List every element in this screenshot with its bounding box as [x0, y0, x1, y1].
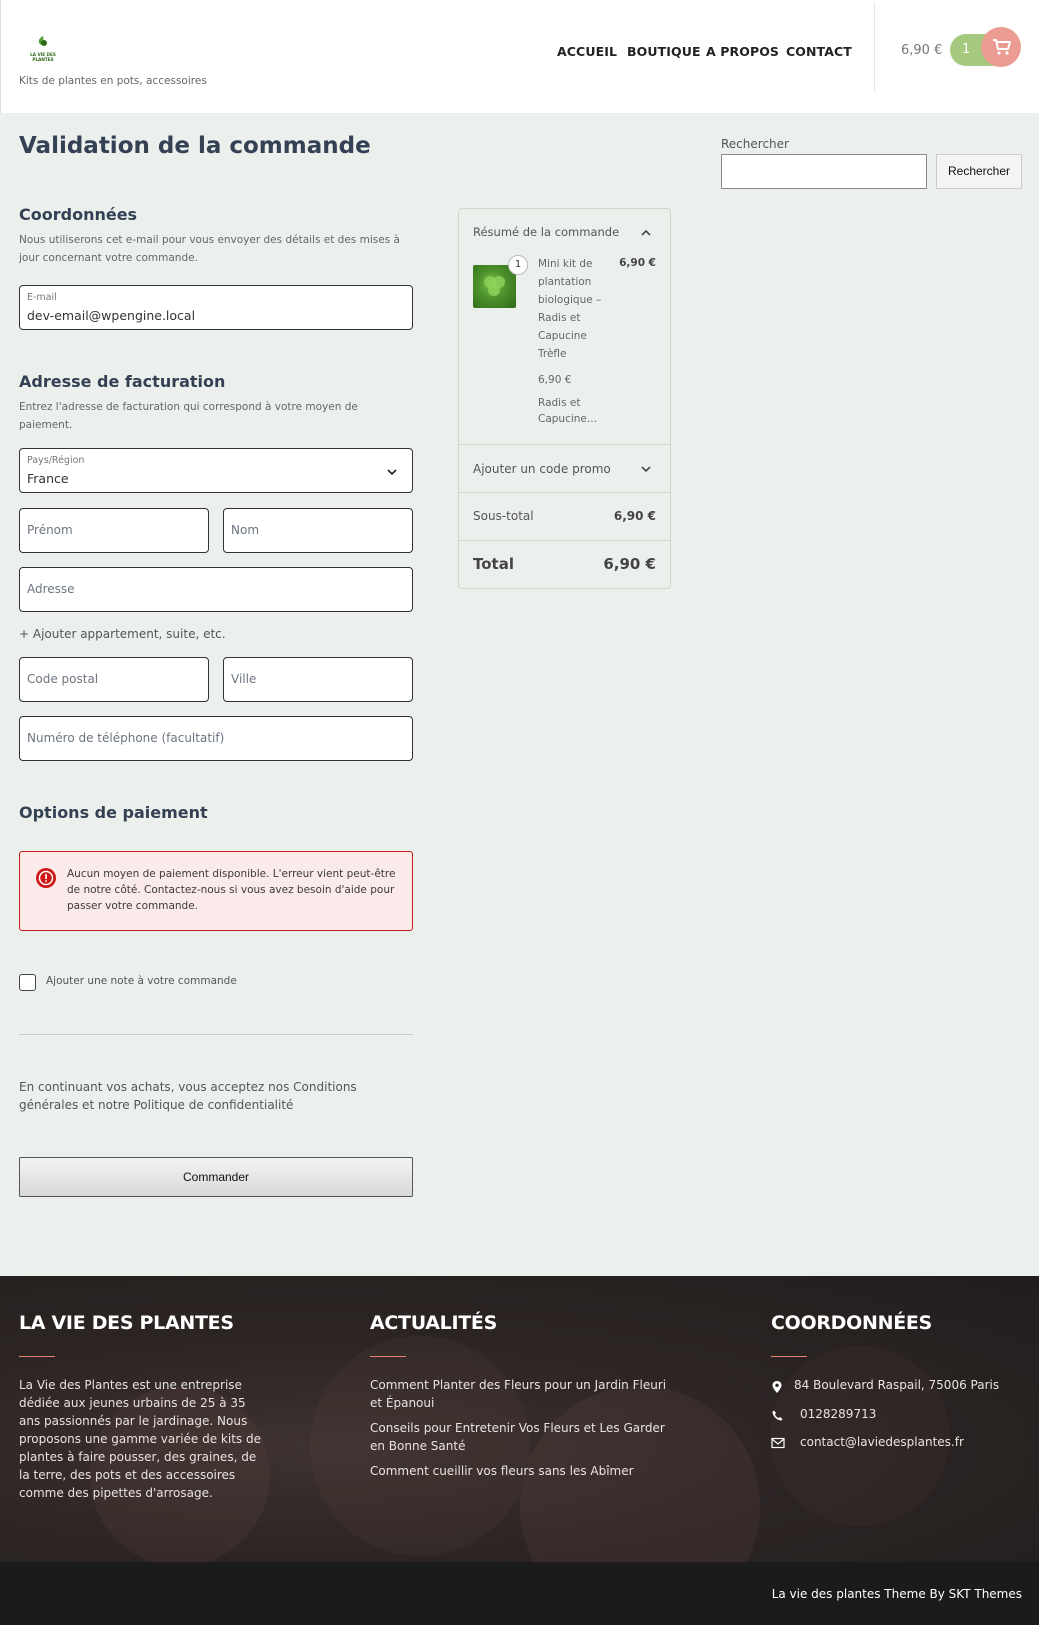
footer-news-link[interactable]: Conseils pour Entretenir Vos Fleurs et L…	[370, 1419, 675, 1455]
country-label: Pays/Région	[27, 455, 85, 466]
promo-toggle[interactable]: Ajouter un code promo	[473, 462, 611, 476]
total-label: Total	[473, 555, 514, 573]
country-value: France	[27, 471, 69, 486]
footer-credits[interactable]: La vie des plantes Theme By SKT Themes	[772, 1587, 1022, 1601]
footer-about-title: LA VIE DES PLANTES	[19, 1312, 234, 1334]
footer-address: 84 Boulevard Raspail, 75006 Paris	[794, 1378, 1000, 1392]
total-value: 6,90 €	[603, 555, 656, 573]
footer-news-link[interactable]: Comment Planter des Fleurs pour un Jardi…	[370, 1376, 675, 1412]
site-tagline: Kits de plantes en pots, accessoires	[19, 75, 207, 87]
subtotal-value: 6,90 €	[613, 509, 656, 523]
last-name-placeholder: Nom	[231, 523, 260, 537]
nav-accueil[interactable]: ACCUEIL	[557, 44, 617, 59]
address-placeholder: Adresse	[27, 582, 75, 596]
address-field[interactable]: Adresse	[19, 567, 413, 612]
footer-title-underline	[370, 1356, 406, 1357]
search-button[interactable]: Rechercher	[936, 154, 1022, 189]
chevron-down-icon	[386, 463, 398, 482]
contact-desc: Nous utiliserons cet e-mail pour vous en…	[19, 234, 400, 264]
summary-divider	[459, 540, 670, 541]
place-order-button[interactable]: Commander	[19, 1157, 413, 1197]
item-quantity-badge: 1	[508, 255, 528, 275]
nav-contact[interactable]: CONTACT	[786, 44, 852, 59]
payment-error-notice: Aucun moyen de paiement disponible. L'er…	[19, 851, 413, 931]
summary-divider	[459, 444, 670, 445]
nav-boutique[interactable]: BOUTIQUE	[627, 44, 701, 59]
location-pin-icon	[771, 1380, 785, 1394]
summary-title[interactable]: Résumé de la commande	[473, 225, 619, 239]
first-name-placeholder: Prénom	[27, 523, 73, 537]
nav-divider	[874, 2, 875, 92]
footer-about-text: La Vie des Plantes est une entreprise dé…	[19, 1378, 261, 1500]
cart-count: 1	[962, 42, 971, 57]
payment-heading: Options de paiement	[19, 803, 208, 822]
footer-title-underline	[19, 1356, 55, 1357]
email-label: E-mail	[27, 292, 57, 303]
city-field[interactable]: Ville	[223, 657, 413, 702]
site-header: LA VIE DES PLANTES	[0, 0, 1039, 113]
email-field[interactable]: E-mail dev-email@wpengine.local	[19, 285, 413, 330]
item-unit-price: 6,90 €	[538, 374, 572, 386]
chevron-up-icon[interactable]	[640, 227, 652, 242]
terms-text: En continuant vos achats, vous acceptez …	[19, 1080, 357, 1112]
order-note-label[interactable]: Ajouter une note à votre commande	[46, 975, 237, 987]
error-icon	[36, 868, 56, 888]
order-note-checkbox[interactable]	[19, 974, 36, 991]
footer-contact-title: COORDONNÉES	[771, 1312, 932, 1334]
footer-news-link[interactable]: Comment cueillir vos fleurs sans les Abî…	[370, 1462, 675, 1480]
footer-email[interactable]: contact@laviedesplantes.fr	[800, 1433, 964, 1451]
logo[interactable]: LA VIE DES PLANTES	[29, 32, 57, 64]
svg-text:PLANTES: PLANTES	[32, 57, 53, 62]
postcode-placeholder: Code postal	[27, 672, 99, 686]
postcode-field[interactable]: Code postal	[19, 657, 209, 702]
item-price: 6,90 €	[619, 257, 656, 269]
country-select[interactable]: Pays/Région France	[19, 448, 413, 493]
phone-icon	[771, 1409, 785, 1423]
cart-icon[interactable]	[981, 27, 1021, 67]
chevron-down-icon[interactable]	[640, 463, 652, 478]
last-name-field[interactable]: Nom	[223, 508, 413, 553]
billing-heading: Adresse de facturation	[19, 372, 226, 391]
cart-total[interactable]: 6,90 €	[901, 43, 942, 58]
footer-title-underline	[771, 1356, 807, 1357]
subtotal-label: Sous-total	[473, 509, 534, 523]
nav-a-propos[interactable]: A PROPOS	[706, 44, 779, 59]
search-input[interactable]	[721, 154, 927, 189]
contact-heading: Coordonnées	[19, 205, 138, 224]
phone-placeholder: Numéro de téléphone (facultatif)	[27, 731, 225, 745]
email-value: dev-email@wpengine.local	[27, 308, 196, 323]
divider	[19, 1034, 413, 1035]
payment-error-text: Aucun moyen de paiement disponible. L'er…	[67, 868, 396, 912]
phone-field[interactable]: Numéro de téléphone (facultatif)	[19, 716, 413, 761]
item-variation: Radis et Capucine...	[538, 397, 597, 425]
add-apartment-link[interactable]: + Ajouter appartement, suite, etc.	[19, 627, 226, 641]
page-title: Validation de la commande	[19, 133, 371, 159]
city-placeholder: Ville	[231, 672, 257, 686]
order-summary: Résumé de la commande 1 Mini kit de plan…	[458, 208, 671, 589]
item-name: Mini kit de plantation biologique – Radi…	[538, 258, 602, 360]
footer-phone[interactable]: 0128289713	[800, 1405, 876, 1423]
first-name-field[interactable]: Prénom	[19, 508, 209, 553]
summary-divider	[459, 492, 670, 493]
billing-desc: Entrez l'adresse de facturation qui corr…	[19, 401, 358, 431]
email-icon	[771, 1437, 785, 1451]
footer-news-title: ACTUALITÉS	[370, 1312, 497, 1334]
search-label: Rechercher	[721, 137, 789, 151]
